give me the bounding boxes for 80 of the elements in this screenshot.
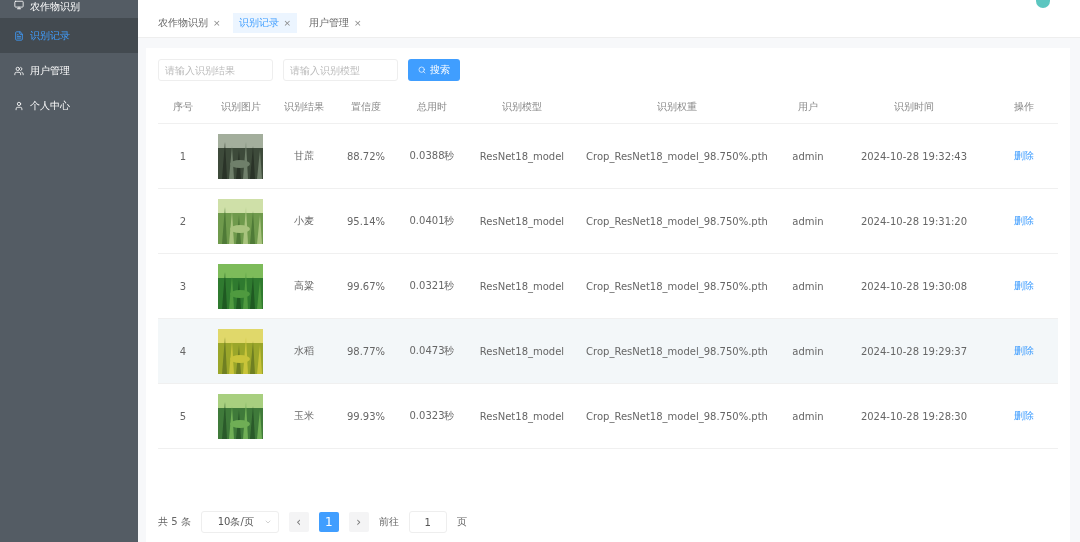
table-cell: admin bbox=[792, 410, 824, 422]
table-cell: 2024-10-28 19:31:20 bbox=[860, 215, 968, 227]
table-cell: Crop_ResNet18_model_98.750%.pth bbox=[586, 150, 768, 162]
table-cell: 2 bbox=[179, 215, 187, 227]
column-header: 序号 bbox=[172, 99, 194, 114]
table-cell: 甘蔗 bbox=[294, 149, 314, 163]
page-input[interactable]: 1 bbox=[408, 511, 447, 533]
table-cell: 88.72% bbox=[346, 150, 386, 162]
table-cell: Crop_ResNet18_model_98.750%.pth bbox=[586, 410, 768, 422]
sidebar-item[interactable]: 用户管理 bbox=[0, 53, 138, 88]
table-cell: 玉米 bbox=[294, 409, 314, 423]
close-icon[interactable]: × bbox=[354, 17, 362, 28]
table-cell: ResNet18_model bbox=[479, 215, 565, 227]
table-cell: admin bbox=[792, 280, 824, 292]
delete-link[interactable]: 删除 bbox=[1013, 214, 1034, 228]
avatar[interactable] bbox=[1036, 0, 1050, 8]
column-header: 总用时 bbox=[416, 99, 448, 114]
table-cell: 99.93% bbox=[346, 410, 386, 422]
table-cell: 95.14% bbox=[346, 215, 386, 227]
table-cell: 2024-10-28 19:28:30 bbox=[860, 410, 968, 422]
column-header: 识别结果 bbox=[283, 99, 325, 114]
table-cell: 0.0473秒 bbox=[409, 344, 455, 358]
table-cell: ResNet18_model bbox=[479, 150, 565, 162]
table-cell: 小麦 bbox=[294, 214, 314, 228]
table-cell: 98.77% bbox=[346, 345, 386, 357]
column-header: 用户 bbox=[797, 99, 819, 114]
page-button[interactable]: 1 bbox=[318, 512, 339, 532]
column-header: 识别时间 bbox=[893, 99, 935, 114]
total-count: 共 5 条 bbox=[158, 515, 191, 529]
table-cell: 0.0401秒 bbox=[409, 214, 455, 228]
table-cell: ResNet18_model bbox=[479, 345, 565, 357]
delete-link[interactable]: 删除 bbox=[1013, 344, 1034, 358]
column-header: 识别权重 bbox=[656, 99, 698, 114]
table-cell: 1 bbox=[179, 150, 187, 162]
table-cell: 4 bbox=[179, 345, 187, 357]
table-cell: Crop_ResNet18_model_98.750%.pth bbox=[586, 280, 768, 292]
sidebar-item[interactable]: 个人中心 bbox=[0, 88, 138, 123]
close-icon[interactable]: × bbox=[283, 17, 292, 28]
delete-link[interactable]: 删除 bbox=[1013, 149, 1034, 163]
table-cell: 0.0323秒 bbox=[409, 409, 455, 423]
page-size-select[interactable]: 10条/页 bbox=[200, 511, 279, 533]
user-icon bbox=[14, 100, 24, 111]
column-header: 操作 bbox=[1012, 99, 1035, 114]
next-page-button[interactable]: › bbox=[348, 512, 369, 532]
column-header: 识别图片 bbox=[219, 99, 262, 114]
sidebar-item[interactable]: 识别记录 bbox=[0, 18, 138, 53]
delete-link[interactable]: 删除 bbox=[1013, 279, 1034, 293]
table-cell: 3 bbox=[179, 280, 187, 292]
tab[interactable]: 识别记录 × bbox=[232, 12, 298, 33]
table-cell: 2024-10-28 19:29:37 bbox=[860, 345, 968, 357]
table-cell: ResNet18_model bbox=[479, 410, 565, 422]
chevron-down-icon bbox=[263, 518, 272, 526]
close-icon[interactable]: × bbox=[213, 17, 221, 28]
table-cell: ResNet18_model bbox=[479, 280, 565, 292]
table-cell: Crop_ResNet18_model_98.750%.pth bbox=[586, 345, 768, 357]
table-cell: 2024-10-28 19:32:43 bbox=[860, 150, 968, 162]
column-header: 置信度 bbox=[350, 99, 382, 114]
delete-link[interactable]: 删除 bbox=[1013, 409, 1034, 423]
table-cell: 2024-10-28 19:30:08 bbox=[860, 280, 968, 292]
table-cell: admin bbox=[792, 215, 824, 227]
monitor-icon bbox=[14, 0, 24, 10]
goto-label: 前往 bbox=[378, 515, 399, 529]
table-cell: Crop_ResNet18_model_98.750%.pth bbox=[586, 215, 768, 227]
page-suffix: 页 bbox=[456, 515, 467, 529]
prev-page-button[interactable]: ‹ bbox=[288, 512, 309, 532]
table-cell: admin bbox=[792, 345, 824, 357]
search-button[interactable]: 搜索 bbox=[408, 59, 460, 81]
table-cell: admin bbox=[792, 150, 824, 162]
users-icon bbox=[14, 65, 24, 76]
table-cell: 水稻 bbox=[294, 344, 314, 358]
table-cell: 0.0321秒 bbox=[409, 279, 455, 293]
table-cell: 5 bbox=[179, 410, 187, 422]
table-cell: 99.67% bbox=[346, 280, 386, 292]
table-row[interactable]: 4 水稻 98.77% 0.0473秒 ResNet18_model Crop_ResNet18_model_98.750%.pth admin 2024-10-28 19:29:37 删除 bbox=[158, 319, 1058, 384]
table-cell: 0.0388秒 bbox=[409, 149, 455, 163]
document-icon bbox=[14, 30, 24, 41]
table-cell: 高粱 bbox=[294, 279, 314, 293]
column-header: 识别模型 bbox=[501, 99, 543, 114]
sidebar-item[interactable]: 农作物识别 bbox=[0, 0, 138, 18]
search-icon bbox=[418, 66, 426, 74]
